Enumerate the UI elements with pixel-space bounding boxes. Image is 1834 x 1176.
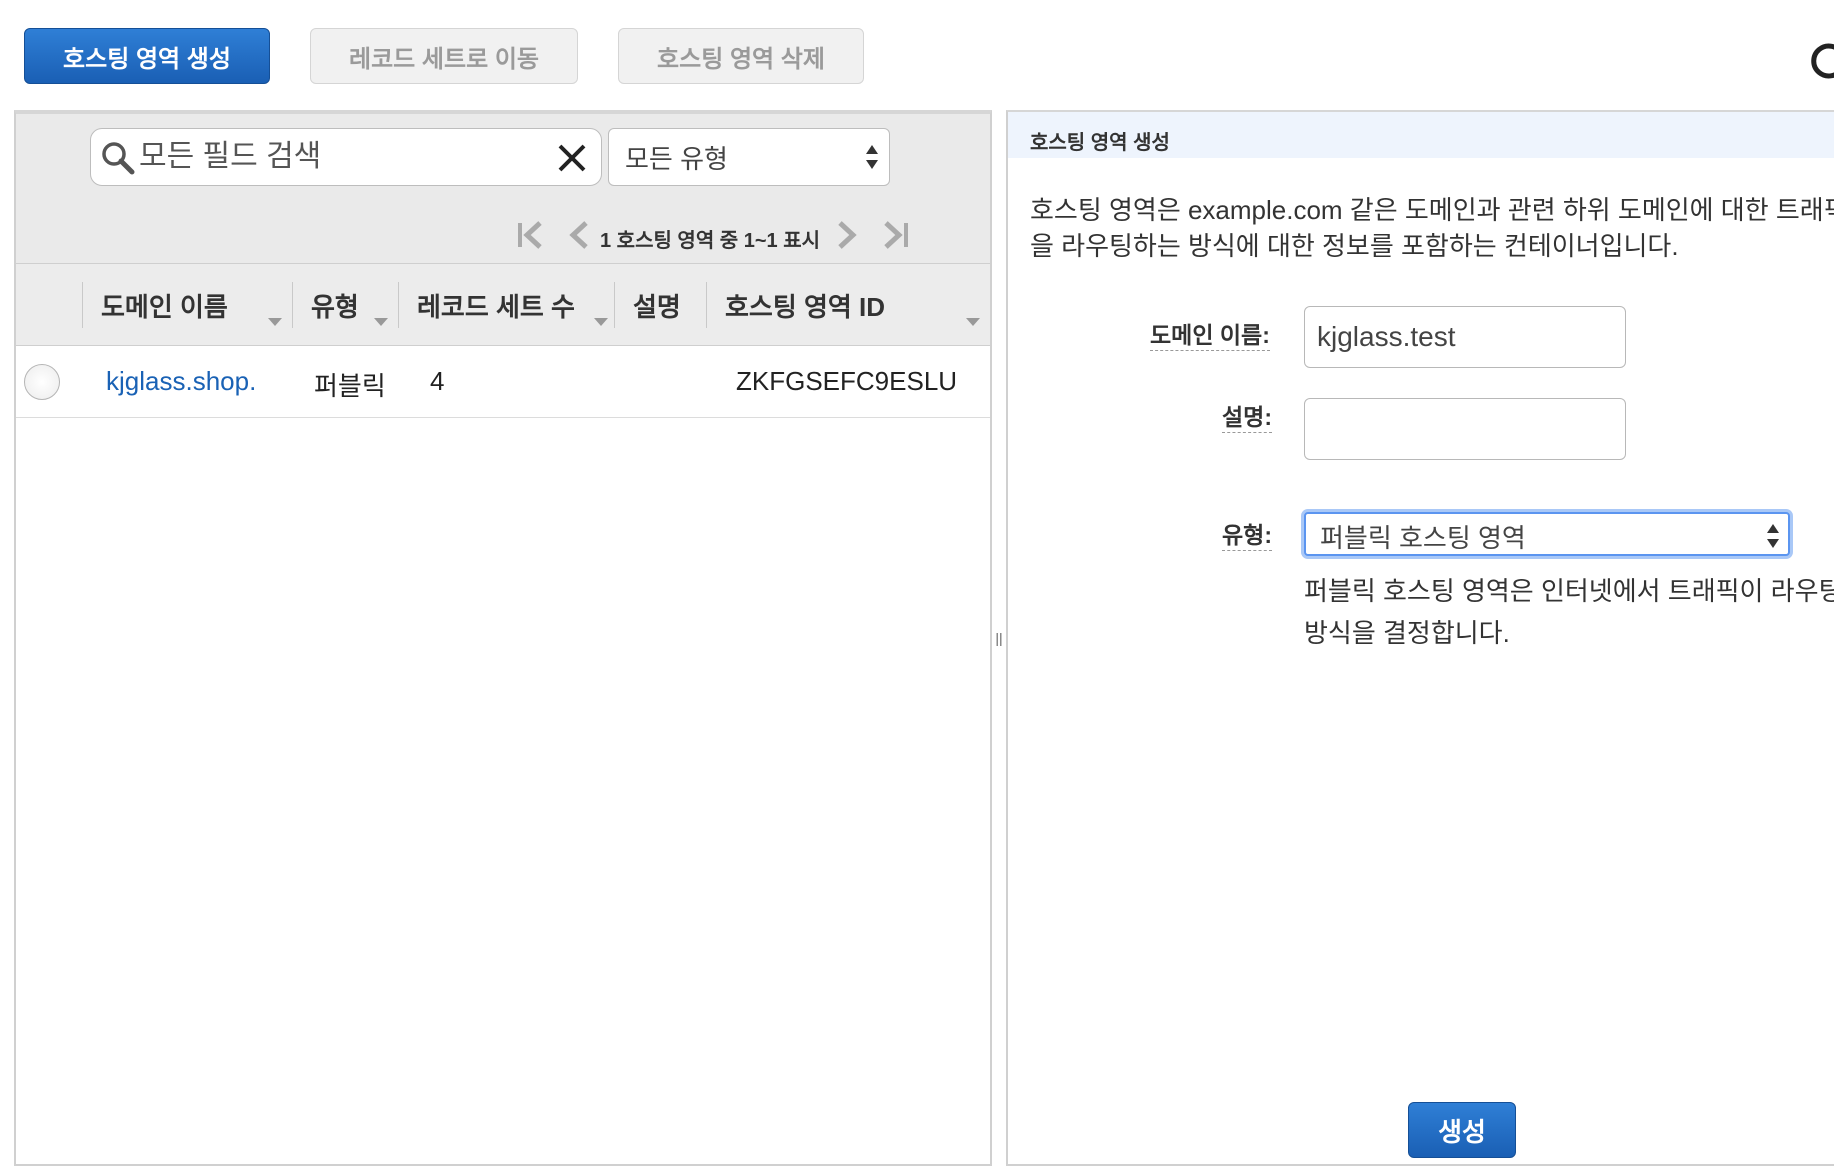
domain-name-input[interactable] bbox=[1304, 306, 1626, 368]
create-hosted-zone-button[interactable]: 호스팅 영역 생성 bbox=[24, 28, 270, 84]
prev-page-icon[interactable] bbox=[568, 220, 590, 256]
zone-type-value: 퍼블릭 호스팅 영역 bbox=[1320, 523, 1526, 553]
create-hosted-zone-form: 호스팅 영역 생성 호스팅 영역은 example.com 같은 도메인과 관련… bbox=[1006, 110, 1834, 1166]
last-page-icon[interactable] bbox=[880, 220, 910, 256]
type-label: 유형: bbox=[1222, 520, 1272, 551]
zone-id-cell: ZKFGSEFC9ESLU bbox=[736, 366, 958, 396]
table-row[interactable]: kjglass.shop. 퍼블릭 4 ZKFGSEFC9ESLU bbox=[16, 346, 990, 418]
type-filter-value: 모든 유형 bbox=[625, 144, 728, 174]
zone-type-cell: 퍼블릭 bbox=[314, 371, 386, 401]
record-count-cell: 4 bbox=[430, 366, 445, 396]
row-select-radio[interactable] bbox=[24, 364, 60, 400]
table-header: 도메인 이름 유형 레코드 세트 수 설명 호스팅 영역 ID bbox=[16, 264, 990, 346]
type-filter-select[interactable]: 모든 유형 bbox=[608, 128, 890, 186]
sort-caret-icon bbox=[268, 302, 282, 333]
column-header-type[interactable]: 유형 bbox=[292, 282, 398, 328]
form-header: 호스팅 영역 생성 bbox=[1008, 112, 1834, 158]
sort-caret-icon bbox=[374, 302, 388, 333]
next-page-icon[interactable] bbox=[836, 220, 858, 256]
search-box[interactable] bbox=[90, 128, 602, 186]
go-to-record-sets-button[interactable]: 레코드 세트로 이동 bbox=[310, 28, 578, 84]
hosted-zones-panel: 모든 유형 1 호스팅 영역 중 1~1 표시 bbox=[14, 110, 992, 1166]
submit-create-button[interactable]: 생성 bbox=[1408, 1102, 1516, 1158]
panel-splitter[interactable]: || bbox=[992, 110, 1006, 1166]
select-arrows-icon bbox=[865, 143, 879, 178]
column-header-domain[interactable]: 도메인 이름 bbox=[82, 282, 292, 328]
domain-name-label: 도메인 이름: bbox=[1150, 320, 1270, 351]
column-header-zone-id[interactable]: 호스팅 영역 ID bbox=[706, 282, 990, 328]
search-input[interactable] bbox=[137, 137, 537, 177]
pagination: 1 호스팅 영역 중 1~1 표시 bbox=[516, 218, 910, 258]
column-header-record-count[interactable]: 레코드 세트 수 bbox=[398, 282, 614, 328]
zone-type-select[interactable]: 퍼블릭 호스팅 영역 bbox=[1304, 512, 1790, 556]
comment-label: 설명: bbox=[1222, 402, 1272, 433]
filter-bar: 모든 유형 1 호스팅 영역 중 1~1 표시 bbox=[16, 114, 990, 264]
pagination-text: 1 호스팅 영역 중 1~1 표시 bbox=[600, 229, 821, 252]
search-icon bbox=[101, 141, 135, 180]
comment-input[interactable] bbox=[1304, 398, 1626, 460]
first-page-icon[interactable] bbox=[516, 220, 546, 256]
domain-link[interactable]: kjglass.shop. bbox=[106, 366, 256, 397]
sort-caret-icon bbox=[594, 302, 608, 333]
delete-hosted-zone-button[interactable]: 호스팅 영역 삭제 bbox=[618, 28, 864, 84]
select-arrows-icon bbox=[1766, 522, 1780, 557]
clear-search-icon[interactable] bbox=[557, 143, 587, 178]
column-header-description[interactable]: 설명 bbox=[614, 282, 706, 328]
form-description: 호스팅 영역은 example.com 같은 도메인과 관련 하위 도메인에 대… bbox=[1030, 195, 1834, 261]
refresh-icon[interactable] bbox=[1804, 38, 1834, 84]
zone-type-help: 퍼블릭 호스팅 영역은 인터넷에서 트래픽이 라우팅되는 방식을 결정합니다. bbox=[1304, 576, 1834, 648]
sort-caret-icon bbox=[966, 302, 980, 333]
